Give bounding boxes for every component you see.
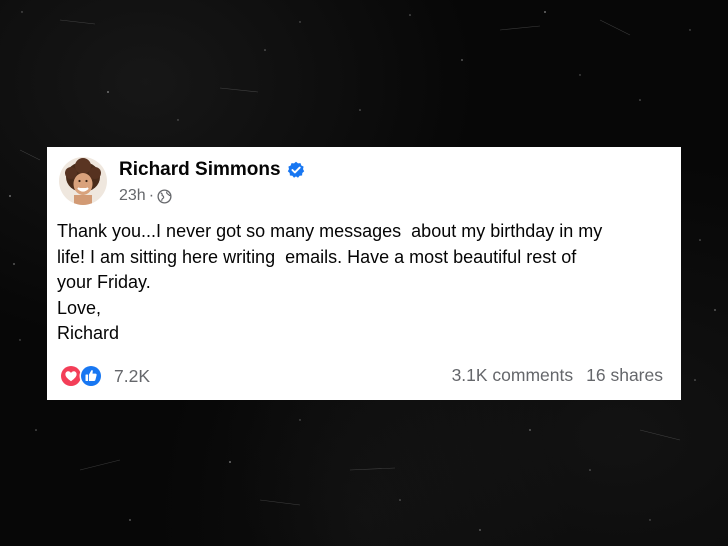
shares-count-link[interactable]: 16 shares [586, 365, 663, 385]
author-avatar[interactable] [59, 157, 107, 205]
reaction-count: 7.2K [114, 365, 150, 386]
globe-icon[interactable] [157, 188, 172, 204]
post-stats: 3.1K comments 16 shares [452, 365, 663, 386]
author-name[interactable]: Richard Simmons [119, 159, 281, 181]
post-card: Richard Simmons 23h · Thank you...I neve… [47, 147, 681, 400]
reactions-summary[interactable]: 7.2K [59, 364, 150, 388]
post-body: Thank you...I never got so many messages… [57, 219, 672, 347]
reaction-icons [59, 364, 105, 388]
meta-separator: · [148, 187, 155, 204]
post-body-line: Love, [57, 297, 102, 318]
verified-badge-icon [287, 161, 305, 178]
post-body-line: Thank you...I never got so many messages… [57, 221, 603, 241]
post-timestamp[interactable]: 23h [119, 187, 146, 205]
post-body-line: your Friday. [57, 272, 151, 292]
post-body-line: Richard [57, 323, 120, 343]
comments-count-link[interactable]: 3.1K comments [452, 365, 574, 385]
like-reaction-icon [79, 364, 103, 388]
post-body-line: life! I am sitting here writing emails. … [57, 246, 577, 267]
post-meta: 23h · [119, 187, 172, 205]
